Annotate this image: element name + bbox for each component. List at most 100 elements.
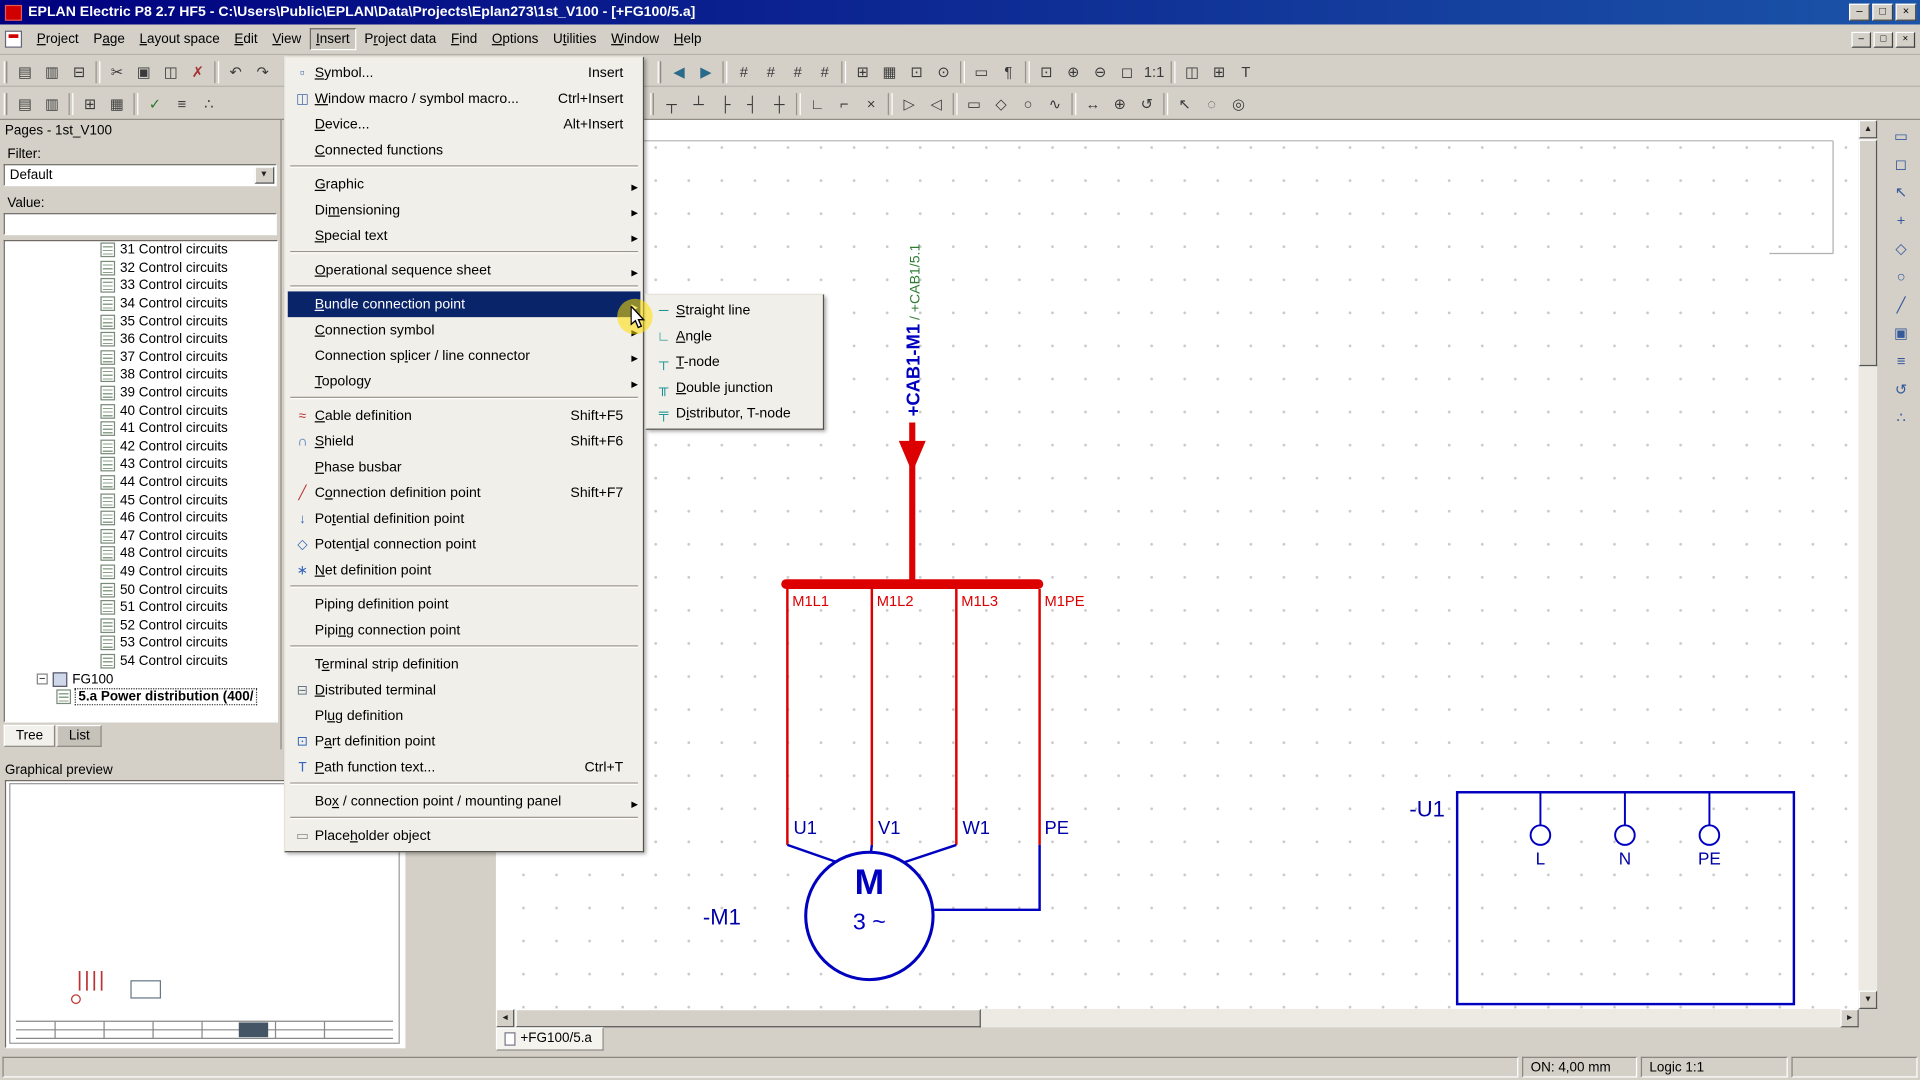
measure-tool[interactable]: ◎ — [1226, 91, 1252, 117]
tree-page-37-control-circuits[interactable]: 37 Control circuits — [5, 348, 277, 366]
menu-item-shield[interactable]: ∩ Shield Shift+F6 — [288, 429, 641, 455]
menu-window[interactable]: Window — [605, 28, 665, 50]
interruption-point[interactable]: ▷ — [896, 91, 922, 117]
menu-options[interactable]: Options — [486, 28, 545, 50]
menu-utilities[interactable]: Utilities — [547, 28, 603, 50]
menu-item-cable-definition[interactable]: ≈ Cable definition Shift+F5 — [288, 403, 641, 429]
grid-size-2[interactable]: # — [758, 59, 784, 85]
menu-project-data[interactable]: Project data — [358, 28, 442, 50]
grid-size-1[interactable]: # — [731, 59, 757, 85]
submenu-item-t-node[interactable]: ┬ T-node — [649, 349, 820, 375]
menu-project[interactable]: Project — [31, 28, 85, 50]
submenu-item-distributor-t-node[interactable]: ╤ Distributor, T-node — [649, 400, 820, 426]
grid-size-4[interactable]: # — [812, 59, 838, 85]
window-minimize[interactable]: – — [1849, 4, 1870, 21]
tree-node-fg100[interactable]: FG100 — [5, 670, 277, 688]
value-input[interactable] — [4, 213, 277, 235]
undo[interactable]: ↶ — [223, 59, 249, 85]
view-options[interactable]: ∴ — [1888, 404, 1914, 430]
toolbar-grip[interactable] — [658, 61, 662, 83]
insert-symbol[interactable]: ⊞ — [1206, 59, 1232, 85]
toolbar-grip[interactable] — [4, 61, 8, 83]
menu-item-plug-definition[interactable]: Plug definition — [288, 703, 641, 729]
page-back[interactable]: ◀ — [666, 59, 692, 85]
graphical-preview-toggle[interactable]: ◫ — [1179, 59, 1205, 85]
cross-junction[interactable]: ┼ — [767, 91, 793, 117]
select-window[interactable]: ▭ — [1888, 122, 1914, 148]
zoom-in[interactable]: ⊕ — [1060, 59, 1086, 85]
rectangle-tool[interactable]: ▭ — [961, 91, 987, 117]
delete[interactable]: ✗ — [185, 59, 211, 85]
mdi-close[interactable]: × — [1896, 31, 1916, 47]
coordinate-input[interactable]: ⊡ — [904, 59, 930, 85]
window-close[interactable]: × — [1896, 4, 1917, 21]
angle-down-right[interactable]: ∟ — [804, 91, 830, 117]
t-node-up[interactable]: ┴ — [686, 91, 712, 117]
rotate-tool[interactable]: ↺ — [1134, 91, 1160, 117]
menu-item-topology[interactable]: Topology — [288, 369, 641, 395]
layer-list[interactable]: ≡ — [1888, 348, 1914, 374]
menu-item-box-connection-point-mounting-panel[interactable]: Box / connection point / mounting panel — [288, 789, 641, 815]
tree-page-51-control-circuits[interactable]: 51 Control circuits — [5, 599, 277, 617]
collapse-icon[interactable] — [37, 674, 48, 685]
menu-item-placeholder-object[interactable]: ▭ Placeholder object — [288, 823, 641, 849]
tree-page-49-control-circuits[interactable]: 49 Control circuits — [5, 563, 277, 581]
toolbar-grip[interactable] — [650, 93, 654, 115]
window-restore[interactable]: □ — [1872, 4, 1893, 21]
menu-item-symbol[interactable]: ▫ Symbol... Insert — [288, 60, 641, 86]
layer-management[interactable]: ▥ — [39, 91, 65, 117]
menu-item-connection-splicer-line-connector[interactable]: Connection splicer / line connector — [288, 343, 641, 369]
cut[interactable]: ✂ — [104, 59, 130, 85]
tree-page-33-control-circuits[interactable]: 33 Control circuits — [5, 277, 277, 295]
zoom-out[interactable]: ⊖ — [1087, 59, 1113, 85]
circle-select[interactable]: ○ — [1888, 263, 1914, 289]
menu-item-connection-definition-point[interactable]: ╱ Connection definition point Shift+F7 — [288, 480, 641, 506]
print[interactable]: ⊟ — [66, 59, 92, 85]
toolbar-grip[interactable] — [4, 93, 8, 115]
page-forward[interactable]: ▶ — [693, 59, 719, 85]
v-scrollbar-thumb[interactable] — [1859, 140, 1877, 367]
page-navigator[interactable]: ▤ — [12, 91, 38, 117]
sheet-tab-active[interactable]: +FG100/5.a — [496, 1027, 604, 1050]
menu-item-piping-connection-point[interactable]: Piping connection point — [288, 617, 641, 643]
close-project[interactable]: ▥ — [39, 59, 65, 85]
tree-page-47-control-circuits[interactable]: 47 Control circuits — [5, 527, 277, 545]
menu-item-phase-busbar[interactable]: Phase busbar — [288, 454, 641, 480]
lasso-tool[interactable]: ◌ — [1199, 91, 1225, 117]
tab-list[interactable]: List — [57, 725, 102, 747]
menu-item-special-text[interactable]: Special text — [288, 223, 641, 249]
zoom-window[interactable]: ⊡ — [1033, 59, 1059, 85]
open-project[interactable]: ▤ — [12, 59, 38, 85]
terminal-box[interactable] — [1457, 792, 1794, 1004]
menu-item-terminal-strip-definition[interactable]: Terminal strip definition — [288, 651, 641, 677]
ruler[interactable]: ▭ — [969, 59, 995, 85]
zoom-1-1[interactable]: 1:1 — [1141, 59, 1167, 85]
tree-page-54-control-circuits[interactable]: 54 Control circuits — [5, 652, 277, 670]
tree-page-selected[interactable]: 5.a Power distribution (400/ — [5, 688, 277, 706]
menu-item-potential-connection-point[interactable]: ◇ Potential connection point — [288, 531, 641, 557]
menu-item-operational-sequence-sheet[interactable]: Operational sequence sheet — [288, 257, 641, 283]
tree-page-52-control-circuits[interactable]: 52 Control circuits — [5, 616, 277, 634]
scroll-up-icon[interactable] — [1859, 120, 1877, 138]
submenu-item-double-junction[interactable]: ╥ Double junction — [649, 375, 820, 401]
tree-page-41-control-circuits[interactable]: 41 Control circuits — [5, 420, 277, 438]
pages-tree[interactable]: 31 Control circuits 32 Control circuits … — [4, 240, 278, 722]
tree-page-43-control-circuits[interactable]: 43 Control circuits — [5, 456, 277, 474]
circle-tool[interactable]: ○ — [1015, 91, 1041, 117]
menu-item-part-definition-point[interactable]: ⊡ Part definition point — [288, 729, 641, 755]
menu-edit[interactable]: Edit — [228, 28, 263, 50]
mdi-minimize[interactable]: – — [1851, 31, 1871, 47]
menu-item-net-definition-point[interactable]: ∗ Net definition point — [288, 557, 641, 583]
polygon-tool[interactable]: ◇ — [988, 91, 1014, 117]
t-node-left[interactable]: ┤ — [740, 91, 766, 117]
tree-page-32-control-circuits[interactable]: 32 Control circuits — [5, 259, 277, 277]
submenu-item-straight-line[interactable]: ─ Straight line — [649, 298, 820, 324]
tree-page-42-control-circuits[interactable]: 42 Control circuits — [5, 438, 277, 456]
tree-page-48-control-circuits[interactable]: 48 Control circuits — [5, 545, 277, 563]
curve-tool[interactable]: ∿ — [1042, 91, 1068, 117]
refresh-view[interactable]: ↺ — [1888, 376, 1914, 402]
copy-tool[interactable]: ⊕ — [1107, 91, 1133, 117]
tree-page-53-control-circuits[interactable]: 53 Control circuits — [5, 634, 277, 652]
menu-item-path-function-text[interactable]: T Path function text... Ctrl+T — [288, 754, 641, 780]
paste[interactable]: ◫ — [158, 59, 184, 85]
